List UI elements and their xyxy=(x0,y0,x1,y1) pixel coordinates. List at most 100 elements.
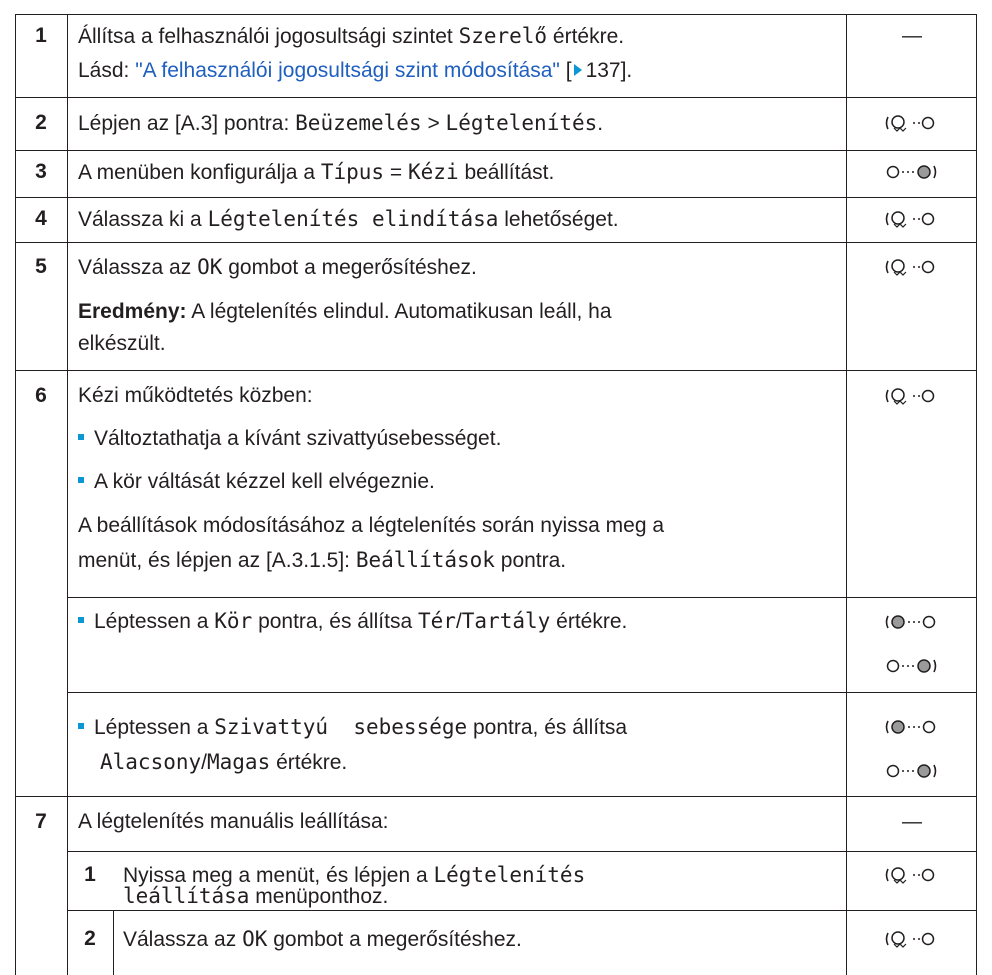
bracket: [ xyxy=(565,59,572,82)
step-text-part: pontra. xyxy=(500,549,567,572)
subtable-divider xyxy=(113,910,114,975)
step-number: 5 xyxy=(35,255,47,278)
step-number: 7 xyxy=(35,810,47,833)
step-text: Válassza ki a Légtelenítés elindítása le… xyxy=(78,205,619,234)
step-text-part: lehetőséget. xyxy=(504,208,619,231)
substep-text: leállítása menüponthoz. xyxy=(123,882,388,911)
step-text-part: . xyxy=(597,112,604,135)
step-text: Kézi működtetés közben: xyxy=(78,384,313,407)
menu-item: Kör xyxy=(214,609,253,633)
left-dial-icon xyxy=(884,716,938,738)
list-item-text: Léptessen a xyxy=(94,610,209,633)
step-text: Lépjen az [A.3] pontra: Beüzemelés > Lég… xyxy=(78,109,603,138)
menu-item: leállítása xyxy=(123,884,250,908)
result-text: Eredmény: A légtelenítés elindul. Automa… xyxy=(78,298,612,326)
list-item: Változtathatja a kívánt szivattyúsebessé… xyxy=(78,425,501,453)
list-item: A kör váltását kézzel kell elvégeznie. xyxy=(78,468,435,496)
step-text: A beállítások módosításához a légtelenít… xyxy=(78,514,665,537)
menu-item: Beállítások xyxy=(355,548,495,572)
step-text-part: gombot a megerősítéshez. xyxy=(228,256,477,279)
step-text-part: gombot a megerősítéshez. xyxy=(273,928,522,951)
equals-sign: = xyxy=(389,161,403,184)
step-text: Válassza az OK gombot a megerősítéshez. xyxy=(78,253,477,282)
result-label: Eredmény: xyxy=(78,300,187,323)
setting-value: Alacsony xyxy=(100,750,202,774)
list-item: Léptessen a Kör pontra, és állítsa Tér/T… xyxy=(78,607,627,636)
column-divider-number xyxy=(67,14,68,975)
list-item-text: pontra, és állítsa xyxy=(473,716,628,739)
left-dial-turn-icon xyxy=(884,112,938,134)
page-reference[interactable]: 137]. xyxy=(586,59,633,82)
menu-item: Légtelenítés xyxy=(445,111,598,135)
step-text-part: értékre. xyxy=(552,25,625,48)
left-dial-turn-icon xyxy=(884,208,938,230)
step-number: 2 xyxy=(35,111,47,134)
separator: > xyxy=(427,112,440,135)
table-right-border xyxy=(976,14,977,975)
step-text: A menüben konfigurálja a Típus = Kézi be… xyxy=(78,158,554,187)
left-dial-icon xyxy=(884,611,938,633)
row-divider xyxy=(15,150,977,151)
no-action-dash: — xyxy=(902,811,922,833)
row-divider xyxy=(15,370,977,371)
step-text: menüt, és lépjen az [A.3.1.5]: Beállítás… xyxy=(78,546,566,575)
column-divider-action xyxy=(846,14,847,975)
list-item-continuation: Alacsony/Magas értékre. xyxy=(100,748,347,777)
step-text-part: beállítást. xyxy=(464,161,555,184)
row-divider xyxy=(15,242,977,243)
right-dial-turn-icon xyxy=(884,655,938,677)
step-number: 1 xyxy=(35,24,47,47)
step-number: 6 xyxy=(35,384,47,407)
setting-value: Tér xyxy=(418,609,456,633)
step-text-part: Lépjen az [A.3] pontra: xyxy=(78,112,290,135)
list-item-text: pontra, és állítsa xyxy=(258,610,413,633)
step-text-part: Állítsa a felhasználói jogosultsági szin… xyxy=(78,25,453,48)
menu-item: Légtelenítés elindítása xyxy=(207,207,499,231)
row-divider xyxy=(15,97,977,98)
row-divider xyxy=(67,597,977,598)
list-item-text: Léptessen a xyxy=(94,716,209,739)
left-dial-turn-icon xyxy=(884,864,938,886)
step-number: 3 xyxy=(35,160,47,183)
bullet-icon xyxy=(78,434,84,441)
right-dial-turn-icon xyxy=(884,760,938,782)
result-text-part: A légtelenítés elindul. Automatikusan le… xyxy=(191,300,612,323)
menu-item: Szivattyú sebessége xyxy=(214,715,468,739)
list-item: Léptessen a Szivattyú sebessége pontra, … xyxy=(78,713,627,742)
page-arrow-icon xyxy=(573,63,582,76)
setting-value: Tartály xyxy=(461,609,551,633)
cross-reference-link[interactable]: "A felhasználói jogosultsági szint módos… xyxy=(135,59,560,82)
step-text: A légtelenítés manuális leállítása: xyxy=(78,810,389,833)
step-text-part: Válassza ki a xyxy=(78,208,202,231)
list-item-text: A kör váltását kézzel kell elvégeznie. xyxy=(94,470,435,493)
setting-value: Kézi xyxy=(408,160,459,184)
bullet-icon xyxy=(78,723,84,730)
step-text-part: Válassza az xyxy=(123,928,237,951)
substep-number: 1 xyxy=(84,863,96,886)
left-dial-turn-icon xyxy=(884,928,938,950)
right-dial-turn-icon xyxy=(884,161,938,183)
setting-value: Magas xyxy=(207,750,271,774)
row-divider xyxy=(15,796,977,797)
result-text: elkészült. xyxy=(78,332,166,355)
table-top-border xyxy=(15,14,977,15)
left-dial-turn-icon xyxy=(884,256,938,278)
button-name: OK xyxy=(197,255,223,279)
substep-text: Válassza az OK gombot a megerősítéshez. xyxy=(123,925,522,954)
list-item-text: Változtathatja a kívánt szivattyúsebessé… xyxy=(94,427,502,450)
setting-name: Típus xyxy=(320,160,385,184)
step-text: Lásd: "A felhasználói jogosultsági szint… xyxy=(78,57,632,85)
step-text-part: Lásd: xyxy=(78,59,130,82)
menu-value: Szerelő xyxy=(458,24,548,48)
list-item-text: értékre. xyxy=(556,610,628,633)
step-text-part: menüponthoz. xyxy=(255,885,389,908)
step-number: 4 xyxy=(35,207,47,230)
row-divider xyxy=(67,851,977,852)
menu-item: Légtelenítés xyxy=(433,863,586,887)
step-text-part: A menüben konfigurálja a xyxy=(78,161,315,184)
no-action-dash: — xyxy=(902,25,922,47)
step-text: Állítsa a felhasználói jogosultsági szin… xyxy=(78,22,624,51)
button-name: OK xyxy=(242,927,268,951)
bullet-icon xyxy=(78,477,84,484)
substep-number: 2 xyxy=(84,927,96,950)
